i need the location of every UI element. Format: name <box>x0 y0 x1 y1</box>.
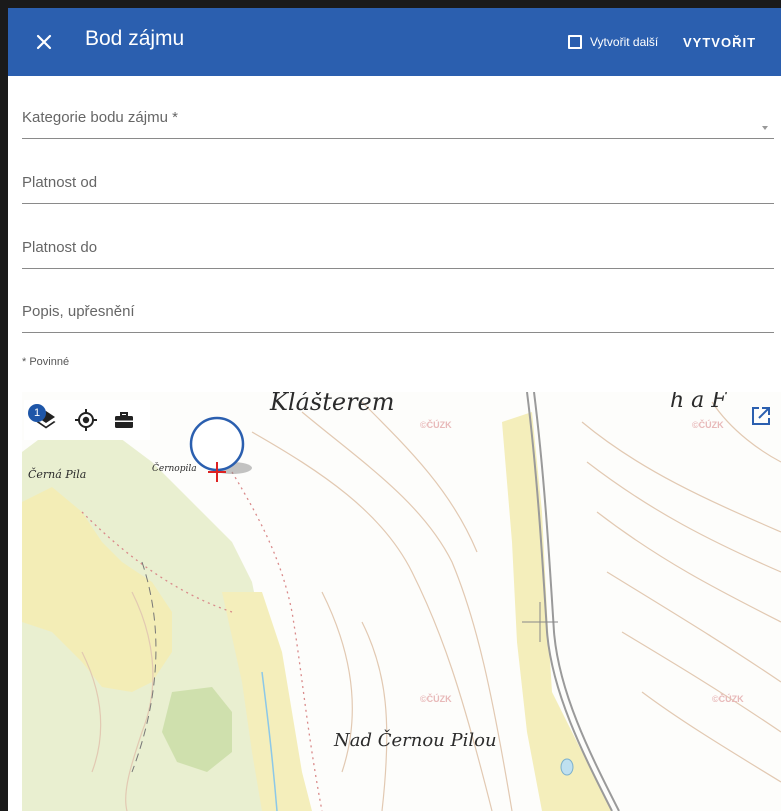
map-label-nad-cernou-pilou: Nad Černou Pilou <box>334 730 497 751</box>
dialog-title: Bod zájmu <box>85 27 185 50</box>
required-note: * Povinné <box>22 356 70 368</box>
map-watermark: ©ČÚZK <box>692 420 724 430</box>
briefcase-icon <box>115 412 133 428</box>
map-watermark: ©ČÚZK <box>420 420 452 430</box>
chevron-down-icon[interactable] <box>762 126 768 130</box>
valid-from-label: Platnost od <box>22 174 98 191</box>
map-label-cerna-pila: Černá Pila <box>28 468 87 481</box>
category-select[interactable]: Kategorie bodu zájmu * <box>22 92 774 139</box>
locate-button[interactable] <box>74 408 98 432</box>
map-label-klasterem: Klášterem <box>270 392 395 416</box>
my-location-icon <box>75 409 97 431</box>
open-in-new-icon <box>752 407 770 425</box>
description-label: Popis, upřesnění <box>22 303 135 320</box>
map-watermark: ©ČÚZK <box>712 694 744 704</box>
description-field[interactable]: Popis, upřesnění <box>22 288 774 333</box>
checkbox-icon[interactable] <box>568 35 582 49</box>
map-label-cernopila: Černopila <box>152 464 197 474</box>
layers-count-badge: 1 <box>28 404 46 422</box>
tools-button[interactable] <box>112 408 136 432</box>
create-another-label: Vytvořit další <box>590 35 659 49</box>
dialog-header: Bod zájmu Vytvořit další VYTVOŘIT <box>8 8 781 76</box>
map-label-top-right: h a F <box>670 392 727 413</box>
map-view[interactable]: Klášterem Černá Pila Černopila Nad Černo… <box>22 392 781 811</box>
category-label: Kategorie bodu zájmu * <box>22 109 178 126</box>
close-button[interactable] <box>30 28 58 56</box>
layers-button[interactable]: 1 <box>28 404 58 432</box>
poi-dialog: Bod zájmu Vytvořit další VYTVOŘIT Katego… <box>8 8 781 811</box>
valid-to-field[interactable]: Platnost do <box>22 223 774 269</box>
open-external-button[interactable] <box>750 405 772 427</box>
map-watermark: ©ČÚZK <box>420 694 452 704</box>
valid-from-field[interactable]: Platnost od <box>22 158 774 204</box>
create-button[interactable]: VYTVOŘIT <box>683 35 756 50</box>
valid-to-label: Platnost do <box>22 239 98 256</box>
create-another-checkbox[interactable]: Vytvořit další <box>568 35 658 49</box>
close-icon <box>36 34 52 50</box>
map-toolbar: 1 <box>24 400 150 440</box>
